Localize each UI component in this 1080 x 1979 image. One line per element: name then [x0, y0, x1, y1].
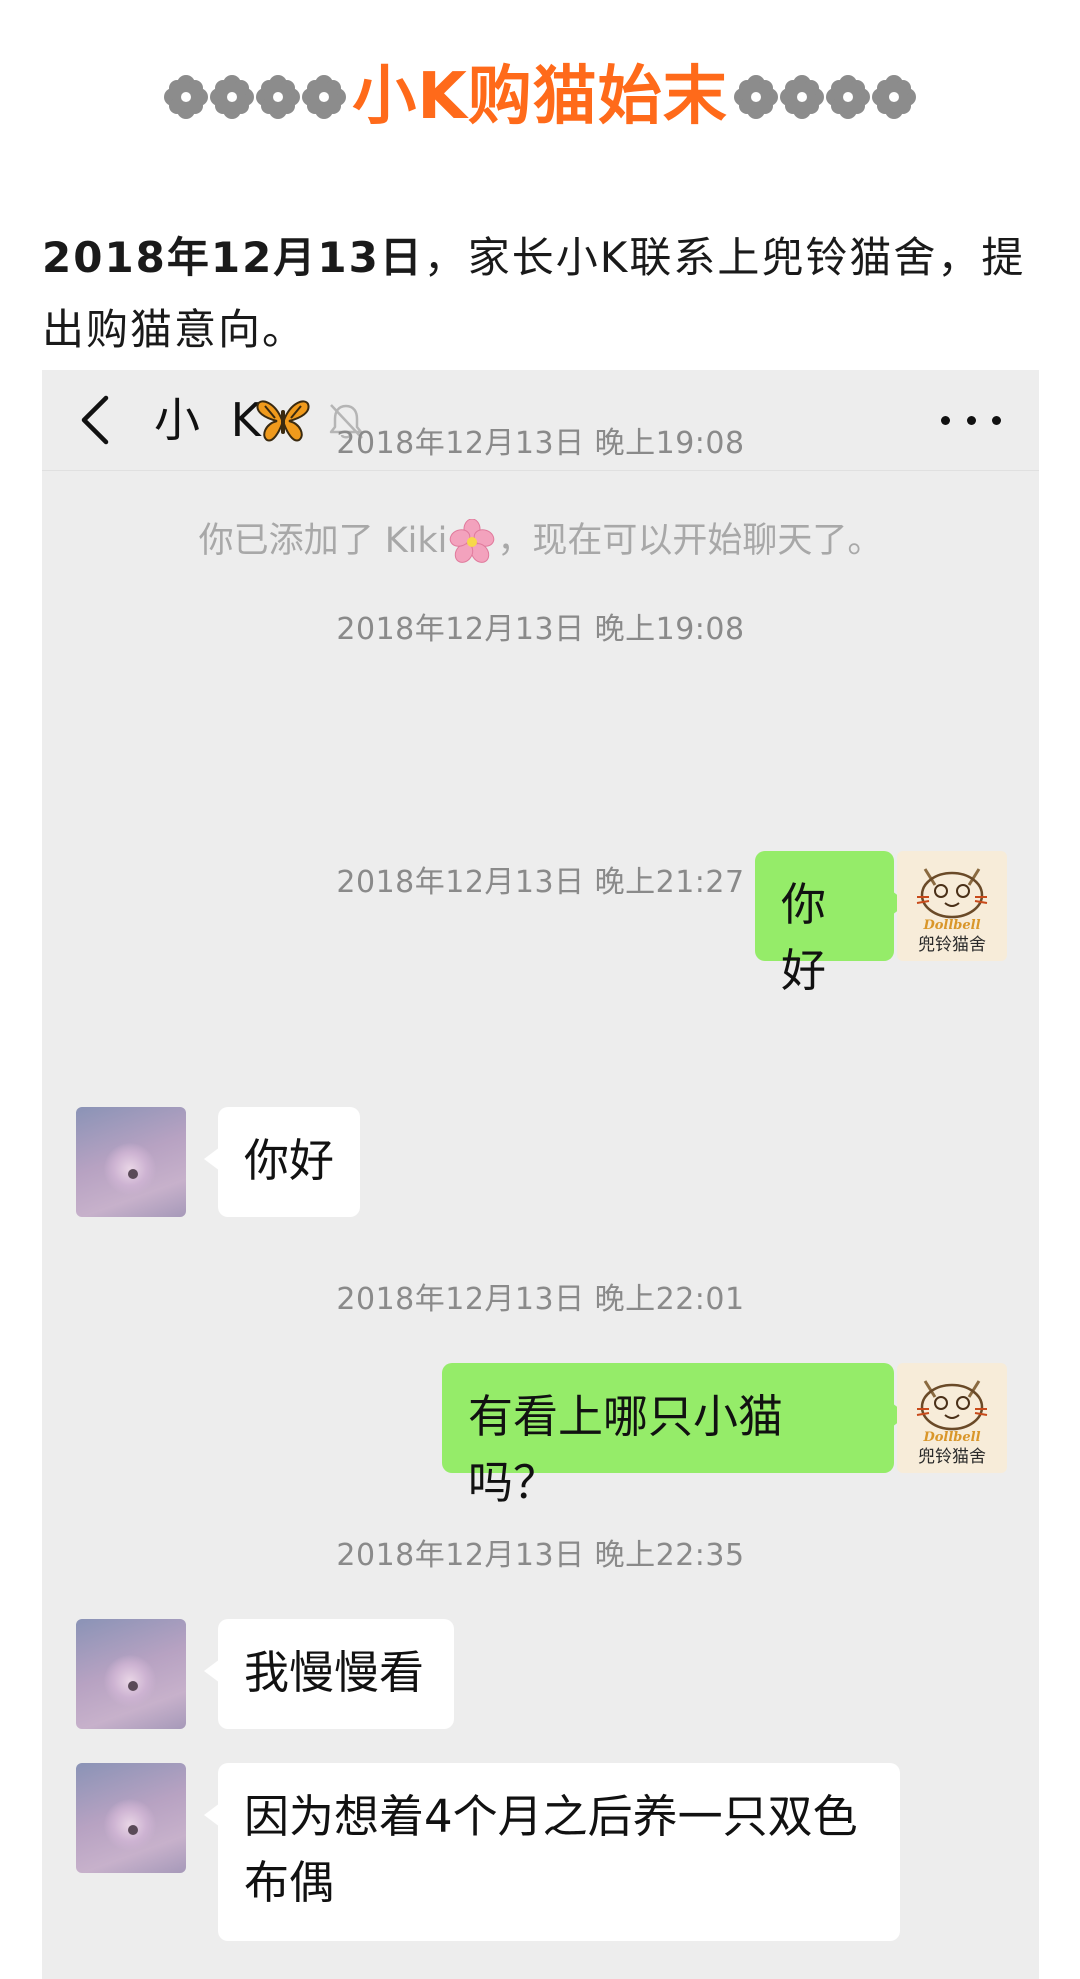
message-text: 你好 — [244, 1134, 335, 1187]
flower-icon — [779, 75, 824, 119]
message-text: 因为想着4个月之后养一只双色布偶 — [244, 1790, 858, 1909]
message-text: 我慢慢看 — [244, 1646, 425, 1699]
flower-icon — [256, 75, 301, 119]
timestamp: 2018年12月13日 晚上22:01 — [336, 1282, 745, 1317]
received-message-bubble[interactable]: 我慢慢看 — [204, 1619, 454, 1729]
flower-icon — [210, 75, 255, 119]
received-message-bubble[interactable]: 你好 — [204, 1107, 360, 1217]
system-message: 你已添加了 Kiki ，现在可以开始聊天了。 — [42, 512, 1039, 565]
chat-screenshot: 小 K 2018年12月13日 晚上19:08 你已添加了 Kiki ，现在可以开… — [42, 370, 1039, 1979]
contact-avatar[interactable] — [76, 1107, 186, 1217]
shop-logo-top-text: Dollbell — [922, 918, 980, 933]
intro-paragraph: 2018年12月13日，家长小K联系上兜铃猫舍，提出购猫意向。 — [42, 222, 1042, 366]
shop-logo-bottom-text: 兜铃猫舍 — [918, 1447, 986, 1467]
timestamp: 2018年12月13日 晚上19:08 — [336, 612, 745, 647]
cherry-blossom-icon — [450, 519, 495, 563]
message-text: 有看上哪只小猫吗？ — [468, 1390, 784, 1509]
shop-logo-top-text: Dollbell — [922, 1430, 980, 1445]
article-title-row: 小K购猫始末 — [0, 52, 1080, 142]
system-message-text: 你已添加了 Kiki — [198, 521, 448, 561]
title-right-flowers — [733, 75, 916, 119]
flower-icon — [825, 75, 870, 119]
timestamp: 2018年12月13日 晚上21:27 — [336, 865, 745, 900]
title-left-flowers — [164, 75, 347, 119]
contact-avatar[interactable] — [76, 1619, 186, 1729]
shop-avatar[interactable]: Dollbell 兜铃猫舍 — [897, 1363, 1007, 1473]
system-message-tail: ，现在可以开始聊天了。 — [497, 521, 883, 561]
contact-avatar[interactable] — [76, 1763, 186, 1873]
flower-icon — [871, 75, 916, 119]
received-message-bubble[interactable]: 因为想着4个月之后养一只双色布偶 — [204, 1763, 900, 1941]
flower-icon — [302, 75, 347, 119]
flower-icon — [164, 75, 209, 119]
flower-icon — [733, 75, 778, 119]
timestamp: 2018年12月13日 晚上22:35 — [336, 1538, 745, 1573]
shop-logo-bottom-text: 兜铃猫舍 — [918, 935, 986, 955]
intro-date: 2018年12月13日 — [42, 233, 424, 282]
sent-message-bubble[interactable]: 有看上哪只小猫吗？ — [442, 1363, 908, 1509]
shop-logo-icon: Dollbell 兜铃猫舍 — [916, 1380, 988, 1467]
timestamp: 2018年12月13日 晚上19:08 — [336, 426, 745, 461]
article-title: 小K购猫始末 — [352, 60, 728, 134]
